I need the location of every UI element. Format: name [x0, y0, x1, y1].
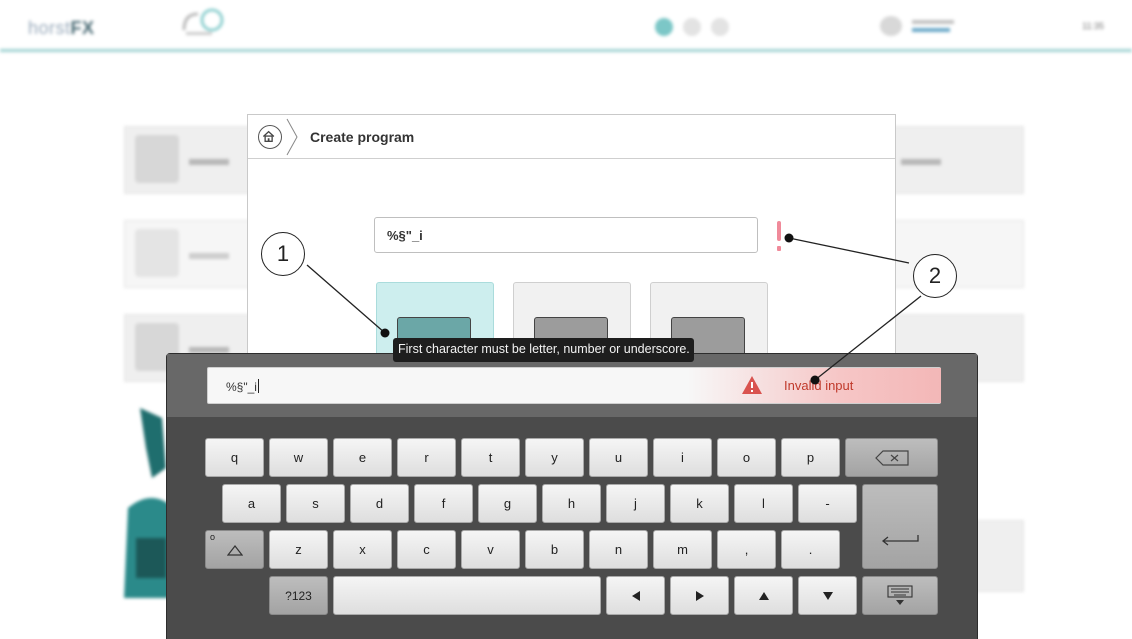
bg-tile-label: [189, 253, 229, 259]
key-y[interactable]: y: [525, 438, 584, 477]
bg-tile-label: [189, 159, 229, 165]
key-b[interactable]: b: [525, 530, 584, 569]
backspace-icon: [874, 449, 909, 466]
text-caret: [257, 379, 259, 393]
key-k[interactable]: k: [670, 484, 729, 523]
key-x[interactable]: x: [333, 530, 392, 569]
status-dot: [683, 18, 701, 36]
key-c[interactable]: c: [397, 530, 456, 569]
keyboard-input-value: %§"_i: [226, 379, 259, 394]
key-n[interactable]: n: [589, 530, 648, 569]
key-e[interactable]: e: [333, 438, 392, 477]
key-h[interactable]: h: [542, 484, 601, 523]
key-t[interactable]: t: [461, 438, 520, 477]
arrow-right-icon: [695, 590, 704, 601]
shift-icon: [226, 544, 243, 556]
link-icon: [135, 135, 179, 183]
arrow-up-key[interactable]: [734, 576, 793, 615]
arrow-left-icon: [631, 590, 640, 601]
key-p[interactable]: p: [781, 438, 840, 477]
numeric-mode-key[interactable]: ?123: [269, 576, 328, 615]
arrow-right-key[interactable]: [670, 576, 729, 615]
validation-tooltip: First character must be letter, number o…: [393, 338, 694, 362]
program-name-input[interactable]: %§"_i: [374, 217, 758, 253]
shift-lock-marker: o: [210, 532, 216, 542]
keyboard-input-field[interactable]: %§"_i Invalid input: [207, 367, 941, 404]
key-a[interactable]: a: [222, 484, 281, 523]
key-w[interactable]: w: [269, 438, 328, 477]
keyboard-input-row: %§"_i Invalid input: [167, 354, 977, 417]
app-logo: horstFX: [28, 18, 95, 38]
dialog-title: Create program: [310, 129, 415, 145]
warning-icon: [742, 376, 762, 394]
home-icon: [262, 130, 275, 142]
bg-tile-label: [901, 159, 941, 165]
error-indicator-dot: [777, 246, 781, 251]
key-z[interactable]: z: [269, 530, 328, 569]
space-key[interactable]: [333, 576, 601, 615]
hide-keyboard-icon: [887, 584, 913, 605]
user-role-placeholder: [912, 28, 950, 32]
arrow-down-icon: [822, 591, 833, 600]
user-name-placeholder: [912, 20, 954, 24]
key-g[interactable]: g: [478, 484, 537, 523]
key-l[interactable]: l: [734, 484, 793, 523]
virtual-keyboard: %§"_i Invalid input q w e r t y u i o p …: [166, 353, 978, 639]
backspace-key[interactable]: [845, 438, 938, 477]
status-dot-active: [655, 18, 673, 36]
key-j[interactable]: j: [606, 484, 665, 523]
create-program-dialog: Create program %§"_i: [247, 114, 896, 366]
key-comma[interactable]: ,: [717, 530, 776, 569]
status-dot: [711, 18, 729, 36]
robot-status-icon: [182, 8, 224, 35]
top-bar: horstFX 11:35: [0, 0, 1132, 52]
key-u[interactable]: u: [589, 438, 648, 477]
key-q[interactable]: q: [205, 438, 264, 477]
init-icon: [135, 229, 179, 277]
hide-keyboard-key[interactable]: [862, 576, 938, 615]
arrow-left-key[interactable]: [606, 576, 665, 615]
key-period[interactable]: .: [781, 530, 840, 569]
key-s[interactable]: s: [286, 484, 345, 523]
enter-key[interactable]: [862, 484, 938, 569]
key-dash[interactable]: -: [798, 484, 857, 523]
key-v[interactable]: v: [461, 530, 520, 569]
callout-2: 2: [913, 254, 957, 298]
key-f[interactable]: f: [414, 484, 473, 523]
error-indicator-icon: [777, 221, 781, 241]
enter-icon: [881, 535, 919, 546]
callout-1: 1: [261, 232, 305, 276]
home-button[interactable]: [258, 125, 282, 149]
arrow-down-key[interactable]: [798, 576, 857, 615]
dialog-header: Create program: [248, 115, 895, 159]
key-i[interactable]: i: [653, 438, 712, 477]
breadcrumb-chevron-icon: [286, 118, 298, 156]
key-o[interactable]: o: [717, 438, 776, 477]
key-m[interactable]: m: [653, 530, 712, 569]
clock: 11:35: [1082, 21, 1104, 31]
invalid-input-label: Invalid input: [784, 378, 854, 393]
key-d[interactable]: d: [350, 484, 409, 523]
key-r[interactable]: r: [397, 438, 456, 477]
arrow-up-icon: [758, 591, 769, 600]
user-icon: [880, 16, 902, 36]
shift-key[interactable]: o: [205, 530, 264, 569]
